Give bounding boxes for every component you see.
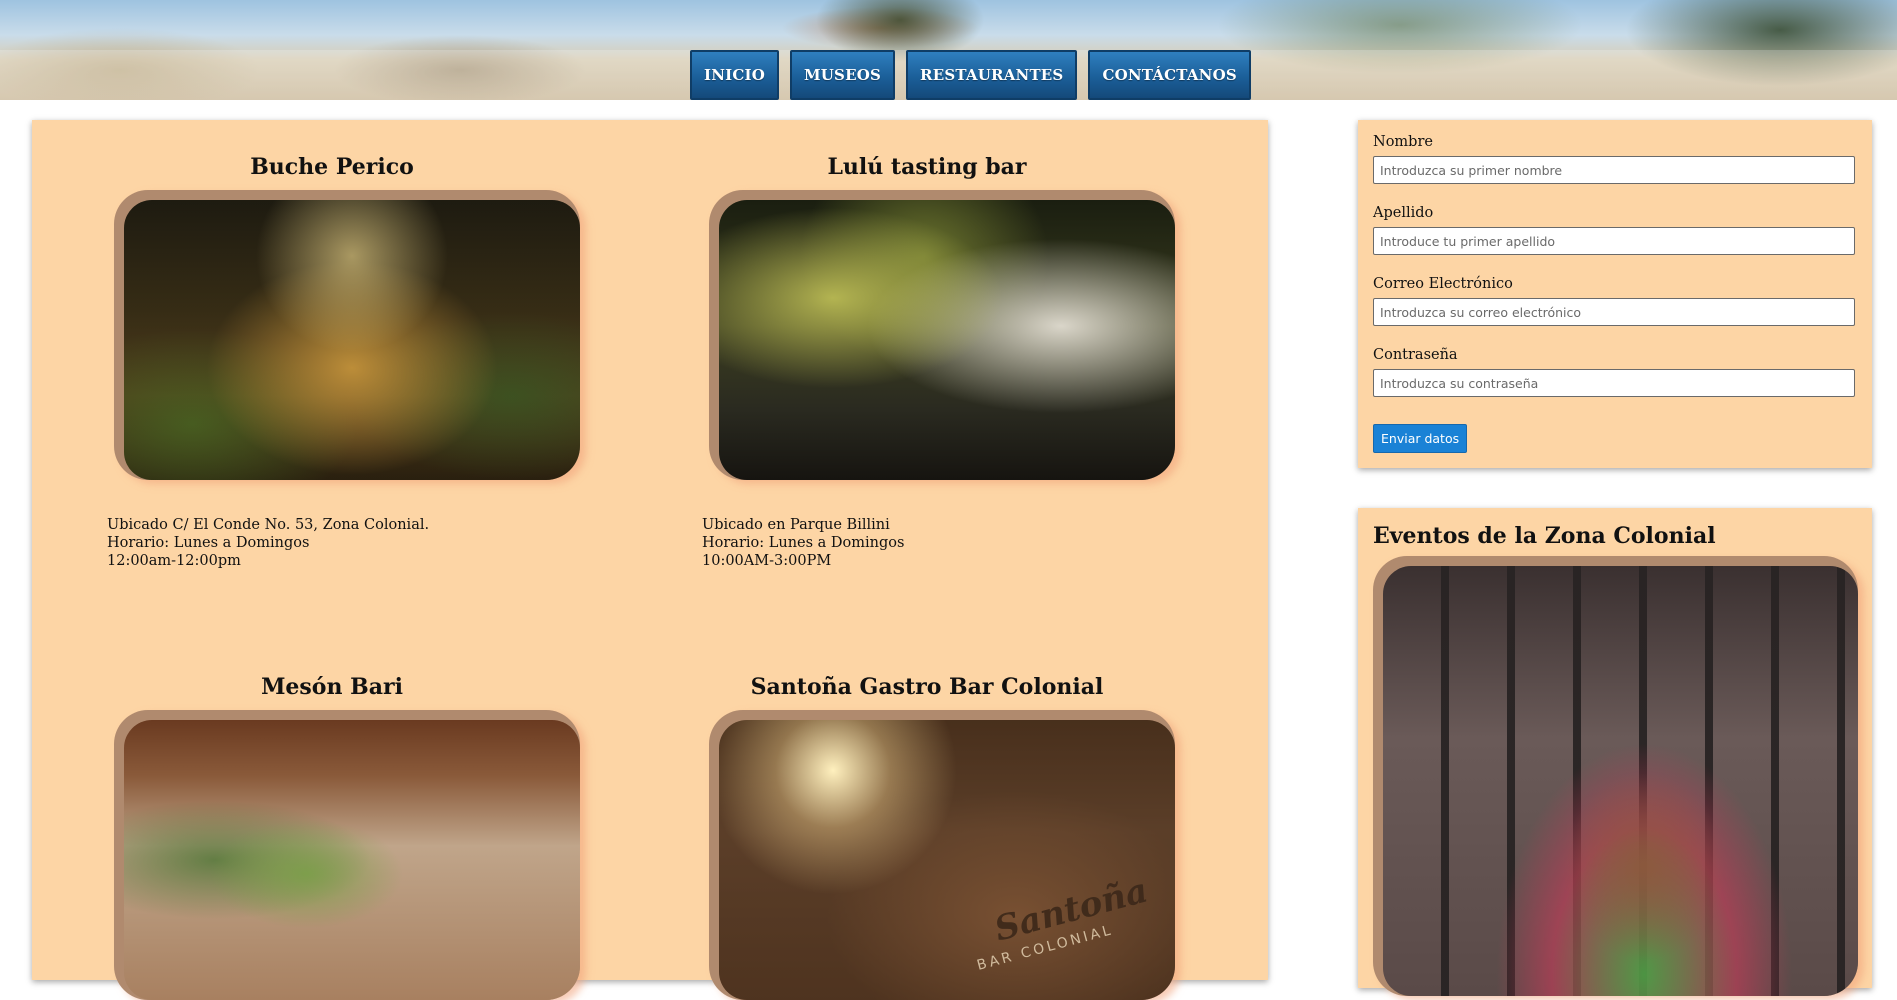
restaurant-description: Ubicado en Parque Billini Horario: Lunes… xyxy=(702,516,904,570)
restaurant-title: Mesón Bari xyxy=(261,674,403,700)
main-nav: INICIO MUSEOS RESTAURANTES CONTÁCTANOS xyxy=(690,50,1251,100)
restaurant-photo-frame xyxy=(114,710,580,1000)
nav-inicio[interactable]: INICIO xyxy=(690,50,779,100)
restaurants-panel: Buche Perico Ubicado C/ El Conde No. 53,… xyxy=(32,120,1268,1000)
email-label: Correo Electrónico xyxy=(1373,276,1513,292)
restaurant-schedule: Horario: Lunes a Domingos xyxy=(107,535,310,551)
first-name-input[interactable] xyxy=(1373,156,1855,184)
password-label: Contraseña xyxy=(1373,347,1458,363)
restaurant-hours: 12:00am-12:00pm xyxy=(107,553,241,569)
nav-museos[interactable]: MUSEOS xyxy=(789,50,896,100)
restaurant-card-santona: Santoña Gastro Bar Colonial xyxy=(687,674,1167,700)
last-name-input[interactable] xyxy=(1373,227,1855,255)
restaurant-card-lulu: Lulú tasting bar xyxy=(687,154,1167,180)
nav-contactanos[interactable]: CONTÁCTANOS xyxy=(1088,50,1251,100)
last-name-label: Apellido xyxy=(1373,205,1434,221)
submit-button[interactable]: Enviar datos xyxy=(1373,424,1468,453)
restaurant-title: Lulú tasting bar xyxy=(827,154,1027,180)
restaurant-card-meson-bari: Mesón Bari xyxy=(92,674,572,700)
nav-restaurantes[interactable]: RESTAURANTES xyxy=(906,50,1078,100)
restaurant-title: Buche Perico xyxy=(250,154,414,180)
restaurant-photo-lulu xyxy=(719,200,1175,480)
restaurant-photo-meson-bari xyxy=(124,720,580,1000)
restaurant-title: Santoña Gastro Bar Colonial xyxy=(750,674,1104,700)
restaurant-photo-santona: Santoña BAR COLONIAL xyxy=(719,720,1175,1000)
contact-form: Nombre Apellido Correo Electrónico Contr… xyxy=(1358,120,1872,468)
email-input[interactable] xyxy=(1373,298,1855,326)
restaurant-card-buche-perico: Buche Perico xyxy=(92,154,572,180)
restaurant-photo-buche-perico xyxy=(124,200,580,480)
password-input[interactable] xyxy=(1373,369,1855,397)
restaurant-description: Ubicado C/ El Conde No. 53, Zona Colonia… xyxy=(107,516,429,570)
restaurant-address: Ubicado en Parque Billini xyxy=(702,517,890,533)
restaurant-photo-frame xyxy=(709,190,1175,480)
restaurant-photo-frame xyxy=(114,190,580,480)
header-banner: INICIO MUSEOS RESTAURANTES CONTÁCTANOS xyxy=(0,0,1897,100)
restaurant-photo-frame: Santoña BAR COLONIAL xyxy=(709,710,1175,1000)
restaurant-hours: 10:00AM-3:00PM xyxy=(702,553,832,569)
events-panel: Eventos de la Zona Colonial xyxy=(1358,508,1872,996)
event-photo-frame xyxy=(1373,556,1858,996)
events-title: Eventos de la Zona Colonial xyxy=(1373,523,1716,549)
restaurant-address: Ubicado C/ El Conde No. 53, Zona Colonia… xyxy=(107,517,430,533)
event-photo xyxy=(1383,566,1858,996)
restaurant-schedule: Horario: Lunes a Domingos xyxy=(702,535,905,551)
first-name-label: Nombre xyxy=(1373,134,1433,150)
